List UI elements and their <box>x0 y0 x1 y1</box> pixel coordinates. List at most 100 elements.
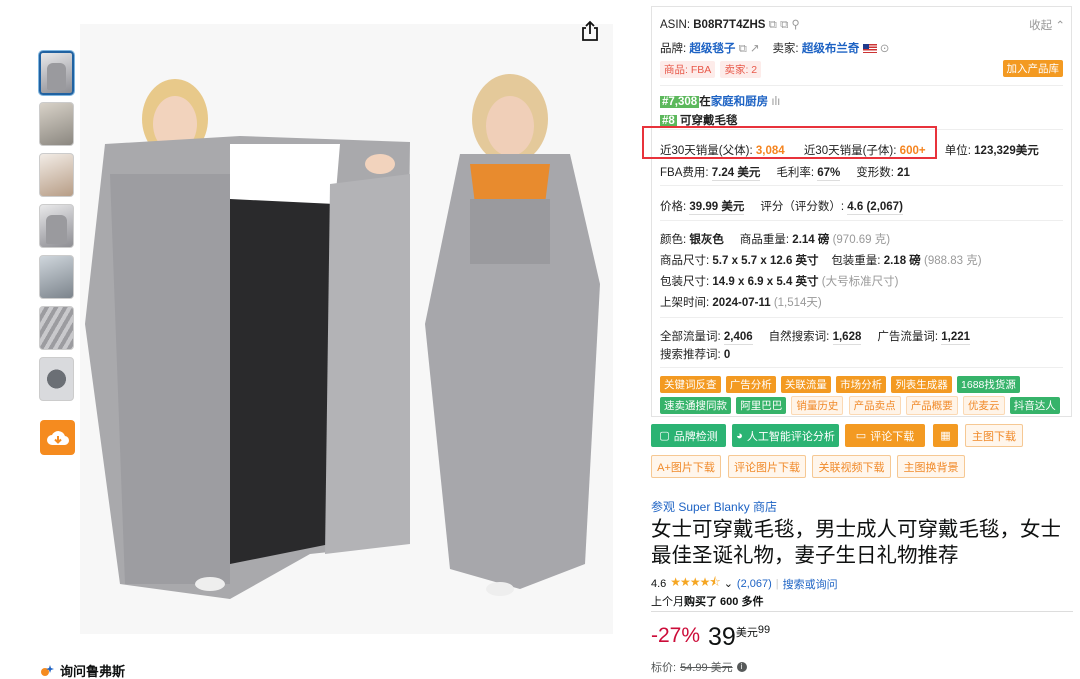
tool-tag[interactable]: 广告分析 <box>725 376 776 393</box>
tool-tag[interactable]: 产品卖点 <box>848 396 901 415</box>
tool-tag[interactable]: 阿里巴巴 <box>736 397 787 414</box>
ad-value[interactable]: 1,221 <box>941 331 971 345</box>
ask-rufus[interactable]: 询问鲁弗斯 <box>40 661 125 679</box>
thumbnail-5[interactable] <box>39 255 74 299</box>
main-image-download-button[interactable]: 主图下载 <box>965 424 1023 447</box>
color-label: 颜色: <box>660 234 687 246</box>
main-product-image[interactable] <box>80 24 613 634</box>
fba-row: FBA费用: 7.24 美元 毛利率: 67% 变形数: 21 <box>660 164 910 181</box>
price-label: 价格: <box>660 201 687 213</box>
review-count-link[interactable]: (2,067) <box>737 578 772 590</box>
brand-label: 品牌: <box>660 43 687 55</box>
date-value: 2024-07-11 <box>712 297 771 309</box>
rating-label: 评分（评分数）: <box>760 201 845 213</box>
price-unit: 美元 <box>735 627 758 639</box>
unit-label: 单位: <box>944 145 971 157</box>
price-block: -27% 39 美元 99 <box>651 624 770 650</box>
bought-prefix: 上个月 <box>651 596 684 608</box>
seller-label: 卖家: <box>772 43 799 55</box>
tool-tag[interactable]: 1688找货源 <box>957 376 1020 393</box>
variants-value: 21 <box>897 167 910 179</box>
brand-link[interactable]: 超级毯子 <box>689 43 735 55</box>
review-images-button[interactable]: 评论图片下载 <box>728 455 806 478</box>
sales-highlight-box <box>642 126 937 159</box>
aplus-download-label: A+图片下载 <box>657 461 715 474</box>
aplus-download-button[interactable]: A+图片下载 <box>651 455 721 478</box>
copy-icon[interactable]: ⧉ ↗ <box>739 43 760 55</box>
tool-tag[interactable]: 列表生成器 <box>891 376 952 393</box>
traffic-value[interactable]: 2,406 <box>723 331 753 345</box>
unit-value: 123,329美元 <box>974 145 1039 157</box>
list-price-label: 标价: <box>651 662 677 674</box>
current-price: 39 美元 99 <box>708 624 770 650</box>
bar-chart-icon[interactable]: ılı <box>771 96 780 108</box>
thumbnail-1[interactable] <box>39 51 74 95</box>
tool-tag[interactable]: 关联流量 <box>780 376 831 393</box>
price-row: 价格: 39.99 美元 评分（评分数）: 4.6 (2,067) <box>660 198 903 215</box>
fba-value: 7.24 美元 <box>711 167 761 181</box>
divider <box>660 367 1063 368</box>
pkg-weight-label: 包装重量: <box>831 255 881 267</box>
tool-tag[interactable]: 销量历史 <box>791 396 844 415</box>
product-photo <box>80 24 613 634</box>
store-link[interactable]: 参观 Super Blanky 商店 <box>651 498 777 515</box>
pkg-weight-value: 2.18 磅 <box>883 255 921 267</box>
info-icon[interactable]: i <box>736 662 747 672</box>
add-to-library-button[interactable]: 加入产品库 <box>1002 60 1066 77</box>
weight-label: 商品重量: <box>739 234 790 246</box>
rank-category-link[interactable]: 家庭和厨房 <box>711 96 769 108</box>
price-whole: 39 <box>708 623 736 651</box>
traffic-row: 全部流量词: 2,406 自然搜索词: 1,628 广告流量词: 1,221 <box>660 328 971 345</box>
calculator-button[interactable]: ▦ <box>933 424 958 447</box>
tool-tag[interactable]: 关键词反查 <box>660 376 721 393</box>
chevron-down-icon[interactable]: ⌄ <box>724 577 733 590</box>
related-video-button[interactable]: 关联视频下载 <box>812 455 891 478</box>
thumbnail-7[interactable] <box>39 357 74 401</box>
comment-icon: ▭ <box>855 430 867 442</box>
sellers-tag: 卖家: 2 <box>720 61 762 78</box>
pkg-size-value: 14.9 x 6.9 x 5.4 英寸 <box>712 276 819 288</box>
date-row: 上架时间: 2024-07-11 (1,514天) <box>660 294 822 310</box>
weight-grams: (970.69 克) <box>832 234 891 246</box>
ad-label: 广告流量词: <box>877 331 939 343</box>
tool-tag[interactable]: 产品概要 <box>905 396 958 415</box>
rating-value: 4.6 (2,067) <box>847 201 903 215</box>
rating-number: 4.6 <box>651 577 667 590</box>
pkg-weight-grams: (988.83 克) <box>924 255 982 267</box>
tool-tag[interactable]: 优麦云 <box>963 396 1005 415</box>
download-cloud-button[interactable] <box>40 420 75 455</box>
brand-check-button[interactable]: ▢ 品牌检测 <box>651 424 726 447</box>
size-value: 5.7 x 5.7 x 12.6 英寸 <box>712 255 819 267</box>
divider <box>660 85 1063 86</box>
thumbnail-3[interactable] <box>39 153 74 197</box>
thumbnail-2[interactable] <box>39 102 74 146</box>
color-row: 颜色: 银灰色 商品重量: 2.14 磅 (970.69 克) <box>660 231 890 247</box>
us-flag-icon <box>862 44 877 54</box>
asin-value[interactable]: B08R7T4ZHS <box>693 19 765 31</box>
seller-link[interactable]: 超级布兰奇 <box>802 43 860 55</box>
size-row: 商品尺寸: 5.7 x 5.7 x 12.6 英寸 包装重量: 2.18 磅 (… <box>660 252 982 268</box>
square-icon: ▢ <box>659 430 670 442</box>
fba-label: FBA费用: <box>660 167 709 179</box>
tool-tag[interactable]: 市场分析 <box>836 376 887 393</box>
rating-row: 4.6 ★★★★⯪ ⌄ (2,067) | 搜索或询问 <box>651 573 838 594</box>
star-rating-icon[interactable]: ★★★★⯪ <box>670 573 720 594</box>
copy-icon[interactable]: ⧉ ⧉ ⚲ <box>769 19 800 31</box>
rank-number: #7,308 <box>660 96 700 108</box>
thumbnail-4[interactable] <box>39 204 74 248</box>
review-download-button[interactable]: ▭ 评论下载 <box>845 424 925 447</box>
organic-label: 自然搜索词: <box>768 331 830 343</box>
organic-value[interactable]: 1,628 <box>832 331 862 345</box>
chevron-up-icon: ⌃ <box>1055 20 1065 32</box>
tool-tag[interactable]: 速卖通搜同款 <box>660 397 731 414</box>
asin-row: ASIN: B08R7T4ZHS ⧉ ⧉ ⚲ <box>660 17 800 32</box>
collapse-label: 收起 <box>1029 20 1053 32</box>
share-icon[interactable] <box>580 20 600 42</box>
main-bg-button[interactable]: 主图换背景 <box>897 455 965 478</box>
ai-review-button[interactable]: ◕ 人工智能评论分析 <box>732 424 839 447</box>
collapse-toggle[interactable]: 收起 ⌃ <box>1029 17 1065 33</box>
tool-tag[interactable]: 抖音达人 <box>1009 397 1060 414</box>
thumbnail-6[interactable] <box>39 306 74 350</box>
search-or-ask-link[interactable]: 搜索或询问 <box>783 576 838 592</box>
tool-tags-row-2: 速卖通搜同款 阿里巴巴 销量历史 产品卖点 产品概要 优麦云 抖音达人 <box>660 396 1062 415</box>
